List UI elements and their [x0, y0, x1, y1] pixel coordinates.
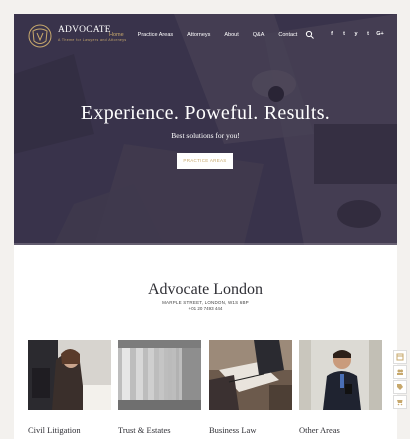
side-toolbar [393, 350, 407, 410]
search-icon[interactable] [305, 30, 315, 40]
hero-subtitle: Best solutions for you! [171, 131, 240, 140]
page-frame: ADVOCATE A Theme for Lawyers and Attorne… [14, 14, 397, 439]
civil-litigation-image[interactable] [28, 340, 111, 410]
nav-item-about[interactable]: About [224, 32, 238, 38]
nav-item-qa[interactable]: Q&A [253, 32, 265, 38]
practice-card-trust-estates[interactable]: Trust & Estates [118, 340, 201, 435]
hero-title: Experience. Poweful. Results. [80, 102, 331, 124]
hero-section: ADVOCATE A Theme for Lawyers and Attorne… [14, 14, 397, 245]
other-areas-image[interactable] [299, 340, 382, 410]
practice-card-business-law[interactable]: Business Law [209, 340, 292, 435]
card-label-other-areas[interactable]: Other Areas [299, 425, 382, 435]
card-label-civil-litigation[interactable]: Civil Litigation [28, 425, 111, 435]
cart-icon[interactable] [393, 395, 407, 409]
nav-item-attorneys[interactable]: Attorneys [187, 32, 210, 38]
nav-item-practice-areas[interactable]: Practice Areas [138, 32, 173, 38]
users-icon[interactable] [393, 365, 407, 379]
practice-card-civil-litigation[interactable]: Civil Litigation [28, 340, 111, 435]
brand-tagline: A Theme for Lawyers and Attorneys [58, 38, 127, 42]
office-address: MARPLE STREET, LONDON, W1S 6BP [162, 300, 249, 305]
practice-card-other-areas[interactable]: Other Areas [299, 340, 382, 435]
tag-icon[interactable] [393, 380, 407, 394]
brand-name[interactable]: ADVOCATE [58, 25, 111, 35]
social-links: f t y t G+ [326, 31, 386, 37]
main-nav: Home Practice Areas Attorneys About Q&A … [109, 32, 311, 38]
nav-item-contact[interactable]: Contact [278, 32, 297, 38]
site-header: ADVOCATE A Theme for Lawyers and Attorne… [14, 14, 397, 58]
brand-logo[interactable] [28, 23, 52, 49]
nav-item-home[interactable]: Home [109, 32, 124, 38]
layout-icon[interactable] [393, 350, 407, 364]
card-label-business-law[interactable]: Business Law [209, 425, 292, 435]
business-law-image[interactable] [209, 340, 292, 410]
tumblr-icon[interactable]: t [362, 31, 374, 37]
google-plus-icon[interactable]: G+ [374, 31, 386, 37]
trust-estates-image[interactable] [118, 340, 201, 410]
card-label-trust-estates[interactable]: Trust & Estates [118, 425, 201, 435]
practice-areas-button[interactable]: PRACTICE AREAS [177, 153, 233, 169]
facebook-icon[interactable]: f [326, 31, 338, 37]
twitter-icon[interactable]: t [338, 31, 350, 37]
yelp-icon[interactable]: y [350, 31, 362, 37]
office-title: Advocate London [147, 281, 264, 298]
office-phone: +01 20 7493 444 [188, 306, 223, 311]
hero-divider [14, 243, 397, 245]
